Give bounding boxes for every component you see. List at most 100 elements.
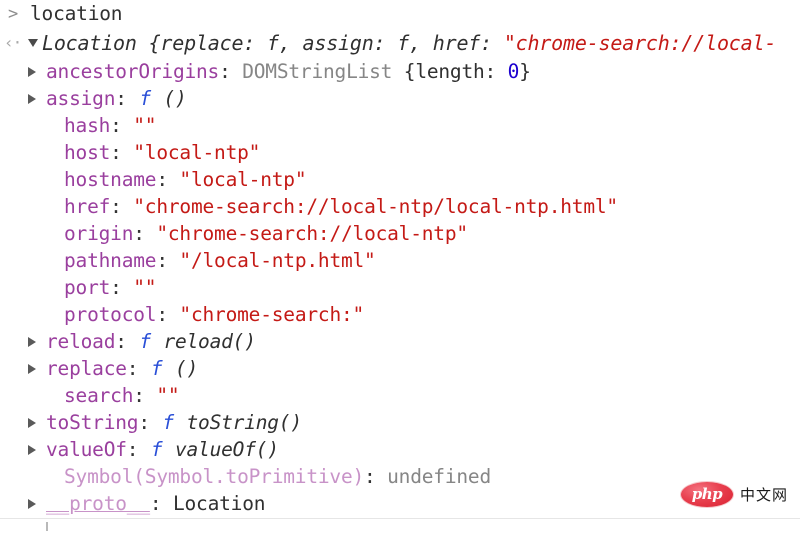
property-colon: : xyxy=(110,141,134,164)
expand-triangle-icon[interactable] xyxy=(28,58,44,85)
property-value-plain: Location xyxy=(172,492,266,515)
property-value-string: "chrome-search://local-ntp" xyxy=(156,222,468,245)
expand-triangle-icon[interactable] xyxy=(28,328,44,355)
property-value-class: DOMStringList xyxy=(242,60,393,83)
property-value-function: toString() xyxy=(186,411,303,434)
console-command-row[interactable]: > location xyxy=(0,0,800,28)
expand-triangle-icon[interactable] xyxy=(28,409,44,436)
property-row: pathname: "/local-ntp.html" xyxy=(0,247,800,274)
console-caret xyxy=(46,522,48,531)
result-arrow-icon: ‹· xyxy=(4,33,22,52)
chevron-right-icon xyxy=(28,93,36,104)
chevron-right-icon xyxy=(28,363,36,374)
property-row: origin: "chrome-search://local-ntp" xyxy=(0,220,800,247)
property-value-function: () xyxy=(174,357,199,380)
function-f-icon: f xyxy=(139,330,151,353)
property-colon: : xyxy=(126,438,150,461)
property-key: pathname xyxy=(64,249,157,272)
property-value-string: "/local-ntp.html" xyxy=(179,249,376,272)
property-row: search: "" xyxy=(0,382,800,409)
chevron-right-icon xyxy=(28,498,36,509)
property-row[interactable]: assign: f () xyxy=(0,85,800,112)
property-colon: : xyxy=(115,87,139,110)
property-value-string: "chrome-search:" xyxy=(179,303,365,326)
prompt-arrow-icon: > xyxy=(8,4,19,24)
function-f-icon: f xyxy=(162,411,174,434)
object-preview-text: {replace: f, assign: f, href: xyxy=(136,31,504,55)
chevron-right-icon xyxy=(28,66,36,77)
property-colon: : xyxy=(133,222,157,245)
property-value-string: "" xyxy=(133,114,157,137)
property-value-string: "" xyxy=(156,384,180,407)
property-row[interactable]: reload: f reload() xyxy=(0,328,800,355)
object-constructor-name: Location xyxy=(42,31,137,55)
property-colon: : xyxy=(149,492,173,515)
property-key: search xyxy=(64,384,134,407)
console-divider xyxy=(0,518,800,519)
property-value-function: reload() xyxy=(163,330,256,353)
property-colon: : xyxy=(156,168,180,191)
property-row: href: "chrome-search://local-ntp/local-n… xyxy=(0,193,800,220)
console-result-header-row[interactable]: ‹· Location {replace: f, assign: f, href:… xyxy=(0,28,800,58)
property-key: reload xyxy=(46,330,116,353)
property-colon: : xyxy=(126,357,150,380)
property-key: origin xyxy=(64,222,134,245)
expand-triangle-icon[interactable] xyxy=(28,436,44,463)
property-value-string: "local-ntp" xyxy=(133,141,261,164)
property-row: port: "" xyxy=(0,274,800,301)
property-value-brace-close: } xyxy=(519,60,531,83)
property-value-undefined: undefined xyxy=(387,465,492,488)
property-row[interactable]: ancestorOrigins: DOMStringList {length: … xyxy=(0,58,800,85)
function-f-icon: f xyxy=(139,87,151,110)
property-key: ancestorOrigins xyxy=(46,60,220,83)
object-preview-string: "chrome-search://local- xyxy=(503,31,777,55)
php-logo-text: php xyxy=(691,485,723,503)
property-colon: : xyxy=(110,276,134,299)
property-key: replace xyxy=(46,357,127,380)
property-key: valueOf xyxy=(46,438,127,461)
property-key: protocol xyxy=(64,303,157,326)
property-row[interactable]: valueOf: f valueOf() xyxy=(0,436,800,463)
property-value-string: "" xyxy=(133,276,157,299)
watermark-label: 中文网 xyxy=(739,486,788,504)
chevron-right-icon xyxy=(28,336,36,347)
property-row[interactable]: toString: f toString() xyxy=(0,409,800,436)
watermark: php 中文网 xyxy=(680,482,788,507)
chevron-right-icon xyxy=(28,417,36,428)
property-key: __proto__ xyxy=(46,492,150,515)
chevron-down-icon[interactable] xyxy=(28,38,38,47)
property-colon: : xyxy=(110,195,134,218)
property-colon: : xyxy=(115,330,139,353)
property-value-function: valueOf() xyxy=(174,438,279,461)
property-colon: : xyxy=(364,465,388,488)
property-key: href xyxy=(64,195,111,218)
property-colon: : xyxy=(156,303,180,326)
property-key: Symbol(Symbol.toPrimitive) xyxy=(64,465,365,488)
function-f-icon: f xyxy=(150,438,163,461)
property-colon: : xyxy=(156,249,180,272)
object-property-list: ancestorOrigins: DOMStringList {length: … xyxy=(0,58,800,517)
property-value-number: 0 xyxy=(507,60,520,83)
devtools-console-panel: > location ‹· Location {replace: f, assign… xyxy=(0,0,800,533)
property-key: hash xyxy=(64,114,111,137)
property-value-string: "chrome-search://local-ntp/local-ntp.htm… xyxy=(133,195,618,218)
console-command-text[interactable]: location xyxy=(30,2,123,25)
expand-triangle-icon[interactable] xyxy=(28,490,44,517)
property-key: port xyxy=(64,276,111,299)
property-value-function: () xyxy=(163,87,187,110)
property-key: toString xyxy=(46,411,139,434)
property-row[interactable]: replace: f () xyxy=(0,355,800,382)
expand-triangle-icon[interactable] xyxy=(28,355,44,382)
property-colon: : xyxy=(110,114,134,137)
property-row: hash: "" xyxy=(0,112,800,139)
property-key: host xyxy=(64,141,111,164)
property-value-brace-open: {length: xyxy=(392,60,508,83)
property-colon: : xyxy=(133,384,157,407)
property-colon: : xyxy=(138,411,162,434)
expand-triangle-icon[interactable] xyxy=(28,85,44,112)
property-value-string: "local-ntp" xyxy=(179,168,307,191)
property-key: assign xyxy=(46,87,116,110)
property-row: hostname: "local-ntp" xyxy=(0,166,800,193)
function-f-icon: f xyxy=(150,357,163,380)
property-key: hostname xyxy=(64,168,157,191)
